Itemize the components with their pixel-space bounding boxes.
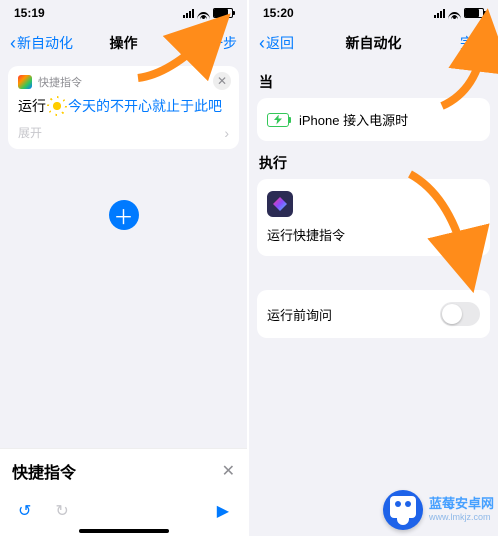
redo-button: ↻ bbox=[55, 501, 68, 521]
wifi-icon bbox=[448, 8, 461, 18]
bottom-bar: 快捷指令 ✕ ↺ ↻ ▶ bbox=[0, 448, 247, 536]
clear-icon[interactable]: ✕ bbox=[222, 461, 235, 481]
chevron-left-icon: ‹ bbox=[259, 34, 265, 52]
search-input[interactable]: 快捷指令 bbox=[12, 459, 222, 483]
back-button[interactable]: ‹ 新自动化 bbox=[10, 33, 73, 53]
watermark-logo-icon bbox=[383, 490, 423, 530]
search-row[interactable]: 快捷指令 ✕ bbox=[0, 448, 247, 493]
action-card[interactable]: 快捷指令 ✕ 运行 今天的不开心就止于此吧 展开 › bbox=[8, 66, 239, 149]
sun-icon bbox=[50, 99, 64, 113]
remove-action-button[interactable]: ✕ bbox=[213, 72, 231, 90]
status-time: 15:19 bbox=[14, 6, 45, 20]
battery-icon bbox=[464, 8, 484, 18]
chevron-left-icon: ‹ bbox=[10, 34, 16, 52]
run-button[interactable]: ▶ bbox=[217, 501, 229, 521]
chevron-right-icon: › bbox=[224, 125, 229, 141]
plus-icon: ＋ bbox=[114, 201, 134, 230]
nav-bar: ‹ 返回 新自动化 完成 bbox=[249, 26, 498, 60]
content-area: 当 iPhone 接入电源时 执行 运行快捷指令 运行前询问 bbox=[249, 60, 498, 536]
watermark: 蓝莓安卓网 www.lmkjz.com bbox=[383, 490, 494, 530]
nav-bar: ‹ 新自动化 操作 下一步 bbox=[0, 26, 247, 60]
status-time: 15:20 bbox=[263, 6, 294, 20]
ask-label: 运行前询问 bbox=[267, 305, 332, 324]
when-condition-text: iPhone 接入电源时 bbox=[299, 110, 408, 129]
watermark-url: www.lmkjz.com bbox=[429, 512, 494, 522]
editor-toolbar: ↺ ↻ ▶ bbox=[0, 493, 247, 525]
do-action-cell[interactable]: 运行快捷指令 bbox=[257, 179, 490, 256]
battery-icon bbox=[213, 8, 233, 18]
status-bar: 15:19 bbox=[0, 0, 247, 26]
shortcuts-app-icon bbox=[267, 191, 293, 217]
undo-button[interactable]: ↺ bbox=[18, 501, 31, 521]
signal-icon bbox=[434, 8, 445, 18]
status-bar: 15:20 bbox=[249, 0, 498, 26]
add-action-button[interactable]: ＋ bbox=[109, 200, 139, 230]
signal-icon bbox=[183, 8, 194, 18]
ask-before-run-cell: 运行前询问 bbox=[257, 290, 490, 338]
when-condition-cell[interactable]: iPhone 接入电源时 bbox=[257, 98, 490, 141]
done-button[interactable]: 完成 bbox=[460, 33, 488, 53]
do-action-text: 运行快捷指令 bbox=[267, 225, 345, 244]
shortcuts-app-icon bbox=[18, 75, 32, 89]
shortcut-name[interactable]: 今天的不开心就止于此吧 bbox=[68, 96, 222, 116]
expand-row[interactable]: 展开 › bbox=[18, 124, 229, 141]
next-button[interactable]: 下一步 bbox=[195, 33, 237, 53]
section-when-label: 当 bbox=[259, 72, 488, 92]
charging-icon bbox=[267, 113, 289, 127]
expand-label: 展开 bbox=[18, 124, 42, 141]
ask-toggle[interactable] bbox=[440, 302, 480, 326]
back-label: 新自动化 bbox=[17, 33, 73, 53]
back-label: 返回 bbox=[266, 33, 294, 53]
watermark-title: 蓝莓安卓网 bbox=[429, 496, 494, 511]
back-button[interactable]: ‹ 返回 bbox=[259, 33, 294, 53]
phone-right: 15:20 ‹ 返回 新自动化 完成 当 iPhone 接入电源时 执行 bbox=[249, 0, 498, 536]
home-indicator[interactable] bbox=[79, 529, 169, 533]
run-prefix: 运行 bbox=[18, 96, 46, 116]
section-do-label: 执行 bbox=[259, 153, 488, 173]
wifi-icon bbox=[197, 8, 210, 18]
phone-left: 15:19 ‹ 新自动化 操作 下一步 快捷指令 ✕ bbox=[0, 0, 249, 536]
content-area: 快捷指令 ✕ 运行 今天的不开心就止于此吧 展开 › ＋ 快捷指令 bbox=[0, 60, 247, 536]
card-app-label: 快捷指令 bbox=[38, 74, 82, 90]
